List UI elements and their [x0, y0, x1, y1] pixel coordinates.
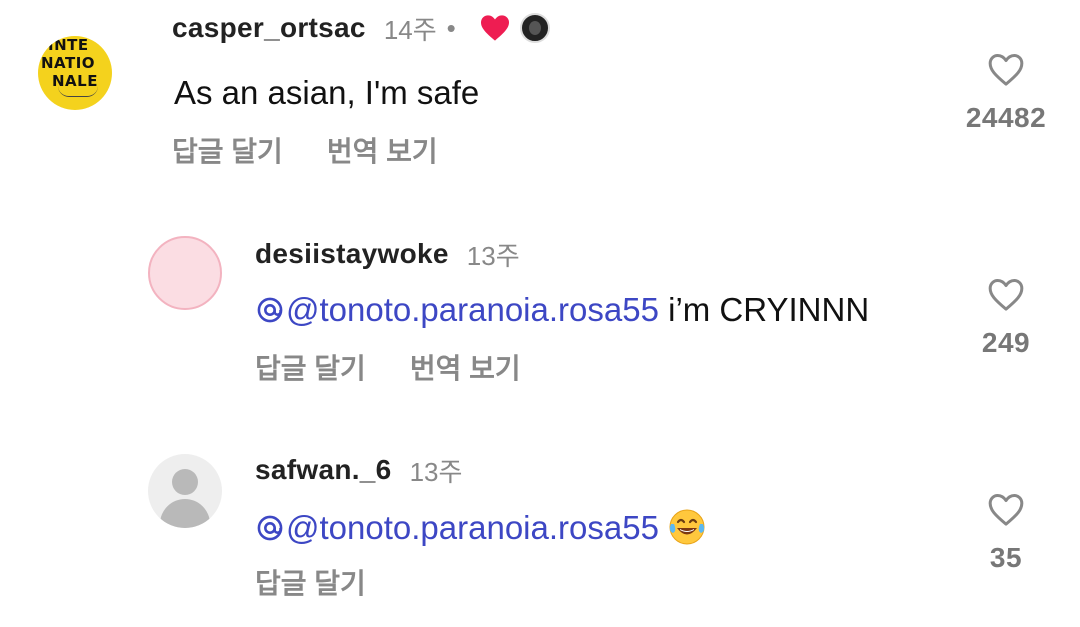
- like-heart-icon[interactable]: [985, 490, 1027, 530]
- like-count: 35: [989, 542, 1023, 573]
- user-avatar[interactable]: [148, 236, 222, 310]
- comment-timestamp: 13주: [409, 456, 463, 487]
- default-avatar-icon: [172, 469, 198, 495]
- mention-link[interactable]: @tonoto.paranoia.rosa55: [256, 509, 659, 546]
- comment-item: INTE NATIO NALE casper_ortsac 14주 • As a…: [0, 0, 1080, 200]
- comment-text: @tonoto.paranoia.rosa55 i’m CRYINNN: [256, 291, 869, 329]
- creator-liked-heart-icon: [478, 12, 512, 44]
- comment-username[interactable]: desiistaywoke: [255, 238, 449, 270]
- comment-username[interactable]: safwan._6: [255, 454, 392, 486]
- creator-avatar: [519, 13, 550, 43]
- reply-button[interactable]: 답글 달기: [172, 130, 283, 170]
- comment-timestamp: 14주: [383, 14, 437, 45]
- mention-at-icon: [257, 515, 283, 541]
- translate-button[interactable]: 번역 보기: [327, 130, 438, 170]
- comment-username[interactable]: casper_ortsac: [172, 12, 366, 44]
- like-heart-icon[interactable]: [985, 275, 1027, 315]
- comment-text: As an asian, I'm safe: [174, 74, 480, 111]
- laughing-tears-emoji-icon: [669, 509, 705, 545]
- reply-item: safwan._6 13주 @tonoto.paranoia.rosa55 답글…: [0, 440, 1080, 627]
- separator-dot: •: [446, 12, 456, 43]
- like-heart-icon[interactable]: [985, 50, 1027, 90]
- translate-button[interactable]: 번역 보기: [410, 347, 521, 387]
- comment-timestamp: 13주: [466, 240, 520, 271]
- mention-link[interactable]: @tonoto.paranoia.rosa55: [256, 291, 659, 328]
- reply-button[interactable]: 답글 달기: [255, 347, 366, 387]
- like-count: 24482: [965, 102, 1047, 133]
- mention-at-icon: [257, 297, 283, 323]
- signature-scribble: [58, 86, 98, 97]
- reply-button[interactable]: 답글 달기: [255, 562, 366, 602]
- comment-text: @tonoto.paranoia.rosa55: [256, 507, 707, 547]
- like-count: 249: [981, 327, 1031, 358]
- user-avatar[interactable]: INTE NATIO NALE: [38, 36, 112, 110]
- reply-item: desiistaywoke 13주 @tonoto.paranoia.rosa5…: [0, 225, 1080, 415]
- user-avatar[interactable]: [148, 454, 222, 528]
